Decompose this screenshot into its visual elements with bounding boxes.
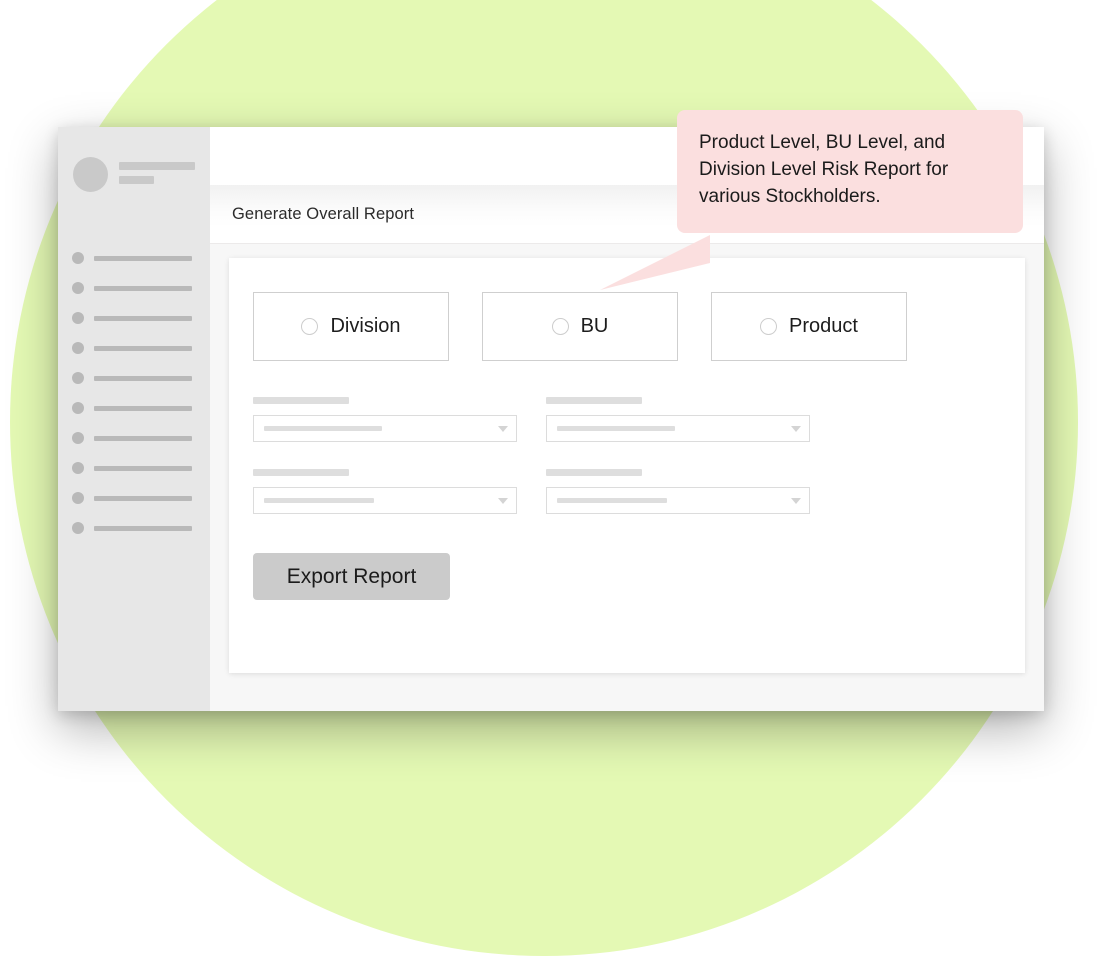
report-form-card: Division BU Product Export Report: [229, 258, 1025, 673]
filter-dropdown-1[interactable]: [253, 415, 517, 442]
sidebar-item-label-placeholder: [94, 525, 192, 531]
filter-field-4: [546, 469, 810, 514]
profile-role-placeholder: [119, 176, 154, 184]
sidebar-item-label-placeholder: [94, 405, 192, 411]
sidebar-item-label-placeholder: [94, 375, 192, 381]
sidebar-item-4[interactable]: [72, 333, 197, 363]
chevron-down-icon[interactable]: [791, 497, 801, 504]
sidebar-item-10[interactable]: [72, 513, 197, 543]
export-report-button[interactable]: Export Report: [253, 553, 450, 600]
sidebar-item-bullet-icon: [72, 342, 84, 354]
callout-tail: [600, 235, 710, 290]
sidebar-item-label-placeholder: [94, 495, 192, 501]
page-title: Generate Overall Report: [232, 204, 415, 223]
filter-field-3: [253, 469, 517, 514]
sidebar-item-bullet-icon: [72, 282, 84, 294]
filter-dropdown-value-placeholder: [264, 426, 382, 431]
radio-circle-icon[interactable]: [551, 318, 569, 335]
radio-circle-icon[interactable]: [760, 318, 778, 335]
sidebar-item-bullet-icon: [72, 462, 84, 474]
sidebar-item-bullet-icon: [72, 402, 84, 414]
radio-circle-icon[interactable]: [301, 318, 319, 335]
sidebar-item-bullet-icon: [72, 432, 84, 444]
content-area: Division BU Product Export Report: [210, 244, 1044, 711]
sidebar-item-bullet-icon: [72, 252, 84, 264]
avatar: [73, 157, 108, 192]
sidebar-item-6[interactable]: [72, 393, 197, 423]
sidebar-item-bullet-icon: [72, 312, 84, 324]
sidebar-profile[interactable]: [73, 157, 195, 192]
sidebar-item-3[interactable]: [72, 303, 197, 333]
report-level-option-group: Division BU Product: [253, 292, 1025, 361]
filter-dropdown-4[interactable]: [546, 487, 810, 514]
sidebar-item-bullet-icon: [72, 522, 84, 534]
sidebar-item-bullet-icon: [72, 372, 84, 384]
sidebar-item-1[interactable]: [72, 243, 197, 273]
option-label-bu: BU: [580, 315, 609, 337]
filter-dropdown-3[interactable]: [253, 487, 517, 514]
filter-field-grid: [253, 397, 1025, 514]
sidebar-item-label-placeholder: [94, 315, 192, 321]
chevron-down-icon[interactable]: [498, 497, 508, 504]
filter-field-label-placeholder: [546, 397, 642, 404]
sidebar-profile-text-placeholder: [119, 157, 195, 184]
filter-dropdown-value-placeholder: [557, 498, 667, 503]
sidebar-item-2[interactable]: [72, 273, 197, 303]
chevron-down-icon[interactable]: [498, 425, 508, 432]
report-level-option-division[interactable]: Division: [253, 292, 449, 361]
filter-dropdown-2[interactable]: [546, 415, 810, 442]
callout-text: Product Level, BU Level, and Division Le…: [699, 132, 949, 207]
report-level-option-bu[interactable]: BU: [482, 292, 678, 361]
report-level-option-product[interactable]: Product: [711, 292, 907, 361]
sidebar-item-label-placeholder: [94, 435, 192, 441]
option-label-division: Division: [330, 315, 401, 337]
sidebar-item-bullet-icon: [72, 492, 84, 504]
sidebar-item-label-placeholder: [94, 345, 192, 351]
profile-name-placeholder: [119, 162, 195, 170]
sidebar-item-7[interactable]: [72, 423, 197, 453]
sidebar-item-8[interactable]: [72, 453, 197, 483]
sidebar-item-9[interactable]: [72, 483, 197, 513]
sidebar-item-label-placeholder: [94, 465, 192, 471]
sidebar-nav-list: [72, 243, 197, 543]
sidebar-item-5[interactable]: [72, 363, 197, 393]
filter-dropdown-value-placeholder: [264, 498, 374, 503]
option-label-product: Product: [789, 315, 858, 337]
filter-field-1: [253, 397, 517, 442]
sidebar: [58, 127, 210, 711]
chevron-down-icon[interactable]: [791, 425, 801, 432]
filter-field-label-placeholder: [253, 397, 349, 404]
callout-tooltip: Product Level, BU Level, and Division Le…: [677, 110, 1023, 233]
filter-dropdown-value-placeholder: [557, 426, 675, 431]
filter-field-2: [546, 397, 810, 442]
filter-field-label-placeholder: [546, 469, 642, 476]
sidebar-item-label-placeholder: [94, 255, 192, 261]
sidebar-item-label-placeholder: [94, 285, 192, 291]
filter-field-label-placeholder: [253, 469, 349, 476]
